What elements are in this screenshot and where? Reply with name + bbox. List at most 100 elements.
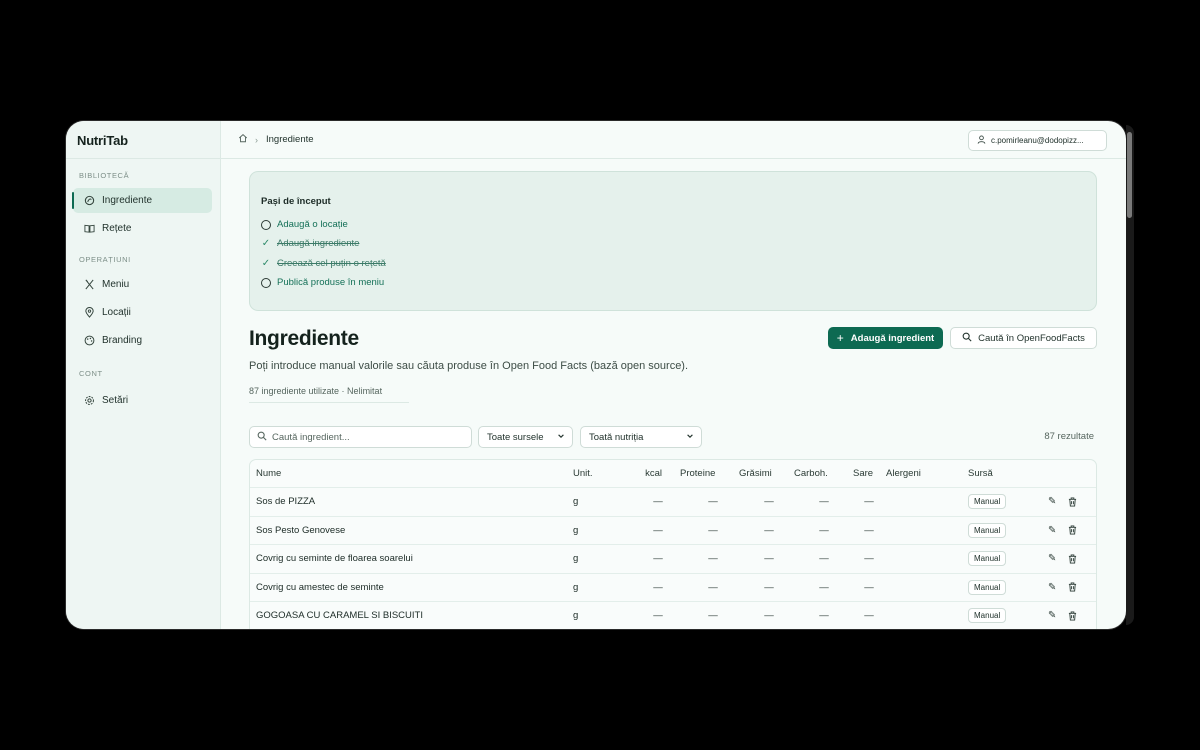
ingredient-search[interactable] [249,426,472,448]
protein-value: — [708,581,718,593]
user-menu-button[interactable]: c.pomirleanu@dodopizz... [968,130,1107,151]
app-window: NutriTab BIBLIOTECĂ Ingrediente Rețete O… [66,121,1126,629]
column-header-fat[interactable]: Grăsimi [739,460,772,487]
table-row[interactable]: Covrig cu seminte de floarea soarelui g … [250,545,1096,574]
main-content: Pași de început Adaugă o locație ✓ Adaug… [221,159,1126,629]
onboarding-title: Pași de început [261,196,331,207]
kcal-value: — [653,610,663,622]
fat-value: — [764,496,774,508]
trash-icon[interactable] [1068,545,1077,573]
edit-icon[interactable]: ✎ [1048,545,1056,573]
sidebar-item-label: Ingrediente [102,195,153,206]
ingredient-name: Covrig cu amestec de seminte [256,581,384,593]
source-badge: Manual [968,551,1007,567]
kcal-value: — [653,496,663,508]
sidebar-section-cont: CONT [79,369,103,378]
salt-value: — [864,496,874,508]
source-badge: Manual [968,494,1007,510]
location-pin-icon [82,307,96,318]
user-icon [977,135,986,146]
source-filter-select[interactable]: Toate sursele [478,426,573,448]
ingredient-name: Covrig cu seminte de floarea soarelui [256,553,413,565]
kcal-value: — [653,524,663,536]
edit-icon[interactable]: ✎ [1048,517,1056,545]
onboarding-step[interactable]: ✓ Creează cel puțin o rețetă [261,258,386,269]
kcal-value: — [653,581,663,593]
protein-value: — [708,610,718,622]
search-input[interactable] [272,431,452,443]
table-row[interactable]: Sos de PIZZA g — — — — — Manual ✎ [250,488,1096,517]
source-badge: Manual [968,522,1007,538]
search-icon [962,332,972,345]
protein-value: — [708,553,718,565]
carbs-value: — [819,581,829,593]
sidebar-item-label: Setări [102,395,129,406]
home-icon[interactable] [238,133,248,146]
book-icon [82,223,96,234]
salt-value: — [864,553,874,565]
chevron-right-icon: › [255,134,258,145]
column-header-carbs[interactable]: Carboh. [794,460,828,487]
results-count: 87 rezultate [1044,431,1094,442]
check-icon: ✓ [261,258,271,269]
salt-value: — [864,524,874,536]
carbs-value: — [819,496,829,508]
sidebar-item-label: Locații [102,307,131,318]
protein-value: — [708,524,718,536]
trash-icon[interactable] [1068,602,1077,629]
sidebar-item-ingrediente[interactable]: Ingrediente [72,188,212,213]
column-header-source[interactable]: Sursă [968,460,993,487]
ingredient-name: Sos de PIZZA [256,496,316,508]
palette-icon [82,335,96,346]
onboarding-step[interactable]: Adaugă o locație [261,219,348,230]
search-openfoodfacts-button[interactable]: Caută în OpenFoodFacts [950,327,1097,349]
onboarding-step[interactable]: Publică produse în meniu [261,277,384,288]
top-bar: › Ingrediente c.pomirleanu@dodopizz... [221,121,1126,159]
salt-value: — [864,610,874,622]
column-header-protein[interactable]: Proteine [680,460,715,487]
sidebar-item-meniu[interactable]: Meniu [73,272,212,297]
table-row[interactable]: Covrig cu amestec de seminte g — — — — —… [250,574,1096,602]
ingredients-table: Nume Unit. kcal Proteine Grăsimi Carboh.… [249,459,1097,629]
sidebar-item-retete[interactable]: Rețete [73,216,212,241]
chevron-down-icon [686,432,694,442]
ingredient-name: Sos Pesto Genovese [256,524,346,536]
sidebar-item-branding[interactable]: Branding [73,328,212,353]
sidebar-item-setari[interactable]: Setări [73,388,212,413]
onboarding-step[interactable]: ✓ Adaugă ingrediente [261,238,360,249]
column-header-unit[interactable]: Unit. [573,460,593,487]
brand-logo[interactable]: NutriTab [66,121,220,159]
trash-icon[interactable] [1068,574,1077,602]
trash-icon[interactable] [1068,488,1077,516]
trash-icon[interactable] [1068,517,1077,545]
column-header-allergens[interactable]: Alergeni [886,460,921,487]
table-row[interactable]: GOGOASA CU CARAMEL SI BISCUITI g — — — —… [250,602,1096,629]
user-email: c.pomirleanu@dodopizz... [991,136,1084,145]
sidebar-item-locatii[interactable]: Locații [73,300,212,325]
edit-icon[interactable]: ✎ [1048,488,1056,516]
sidebar-item-label: Branding [102,335,143,346]
sidebar-item-label: Meniu [102,279,130,290]
scrollbar-thumb[interactable] [1127,132,1132,218]
column-header-kcal[interactable]: kcal [620,460,662,487]
carbs-value: — [819,610,829,622]
column-header-name[interactable]: Nume [256,460,281,487]
fat-value: — [764,581,774,593]
source-badge: Manual [968,579,1007,595]
column-header-salt[interactable]: Sare [853,460,873,487]
kcal-value: — [653,553,663,565]
carbs-value: — [819,524,829,536]
edit-icon[interactable]: ✎ [1048,574,1056,602]
ingredients-icon [82,195,96,206]
unit-value: g [573,581,579,593]
add-ingredient-button[interactable]: + Adaugă ingredient [828,327,943,349]
search-icon [257,431,267,444]
edit-icon[interactable]: ✎ [1048,602,1056,629]
table-row[interactable]: Sos Pesto Genovese g — — — — — Manual ✎ [250,517,1096,545]
unit-value: g [573,553,579,565]
ingredient-name: GOGOASA CU CARAMEL SI BISCUITI [256,610,423,622]
nutrition-filter-select[interactable]: Toată nutriția [580,426,702,448]
usage-info: 87 ingrediente utilizate · Nelimitat [249,386,383,396]
fat-value: — [764,553,774,565]
breadcrumb-current: Ingrediente [266,134,314,145]
